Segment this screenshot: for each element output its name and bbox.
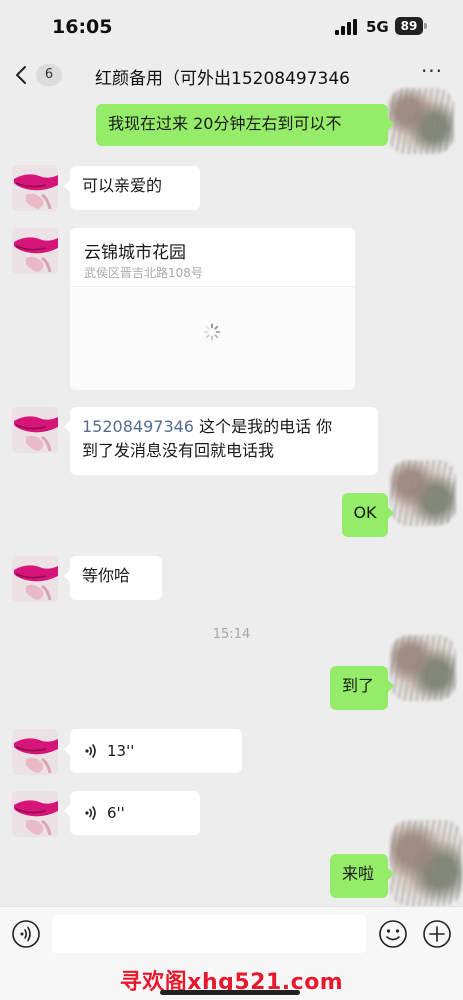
lips-avatar-image [12,407,58,453]
message-text: OK [353,503,377,522]
chat-screen: 16:05 5G 89 6 红颜备用（可外出15208497346 ··· 我现… [0,0,463,1000]
contact-avatar[interactable] [12,165,58,211]
message-line: 15208497346 这个是我的电话 你 [82,415,366,439]
location-name: 云锦城市花园 [84,243,186,263]
more-dots-icon[interactable]: ··· [418,61,446,86]
voice-message[interactable]: 13'' [64,729,242,773]
chat-title: 红颜备用（可外出15208497346 [95,69,350,89]
contact-avatar[interactable] [12,407,58,453]
self-avatar-blurred [388,88,454,154]
message-text: 来啦 [342,864,375,883]
contact-avatar[interactable] [12,791,58,837]
outgoing-message[interactable]: 到了 [330,666,394,710]
message-text: 我现在过来 20分钟左右到可以不 [108,114,342,133]
plus-icon[interactable] [422,919,452,949]
back-button[interactable]: 6 [10,60,62,90]
location-card[interactable]: 云锦城市花园 武侯区晋吉北路108号 [70,228,355,390]
location-address: 武侯区晋吉北路108号 [84,266,203,280]
incoming-message[interactable]: 可以亲爱的 [64,166,200,210]
network-label: 5G [366,18,389,36]
message-text: 等你哈 [82,566,131,585]
chevron-left-icon [16,66,26,84]
voice-wave-icon [85,806,96,820]
phone-number-link[interactable]: 15208497346 [82,417,194,436]
voice-wave-icon [85,744,96,758]
map-preview[interactable] [70,286,355,390]
outgoing-message[interactable]: 来啦 [330,854,394,898]
signal-icon [335,19,357,35]
voice-input-icon[interactable] [11,919,41,949]
lips-avatar-image [12,791,58,837]
status-bar: 16:05 5G 89 [0,0,463,52]
self-avatar-blurred [390,635,456,701]
voice-row: 13'' [70,729,242,773]
lips-avatar-image [12,729,58,775]
voice-row: 6'' [70,791,200,835]
outgoing-message[interactable]: OK [342,493,394,537]
self-avatar-blurred [390,820,462,906]
voice-message[interactable]: 6'' [64,791,200,835]
contact-avatar[interactable] [12,729,58,775]
emoji-icon[interactable] [378,919,408,949]
voice-duration: 13'' [107,742,135,760]
message-text: 可以亲爱的 [82,176,163,195]
incoming-message[interactable]: 等你哈 [64,556,162,600]
battery-tip [424,23,427,29]
incoming-message[interactable]: 15208497346 这个是我的电话 你 到了发消息没有回就电话我 [64,407,378,475]
nav-bar: 6 红颜备用（可外出15208497346 ··· [0,52,463,98]
self-avatar-blurred [390,460,456,526]
spinner-icon [203,323,221,341]
message-text: 到了发消息没有回就电话我 [82,441,275,460]
message-text: 到了 [342,676,375,695]
outgoing-message[interactable]: 我现在过来 20分钟左右到可以不 [96,104,394,146]
voice-duration: 6'' [107,804,125,822]
lips-avatar-image [12,228,58,274]
time-divider: 15:14 [212,627,251,642]
input-bar [0,906,463,961]
lips-avatar-image [12,556,58,602]
lips-avatar-image [12,165,58,211]
contact-avatar[interactable] [12,228,58,274]
unread-badge: 6 [36,64,62,86]
home-indicator [160,990,300,995]
message-input[interactable] [52,915,366,953]
contact-avatar[interactable] [12,556,58,602]
battery-icon: 89 [395,17,423,35]
message-text: 这个是我的电话 你 [193,417,333,436]
status-time: 16:05 [52,16,113,38]
